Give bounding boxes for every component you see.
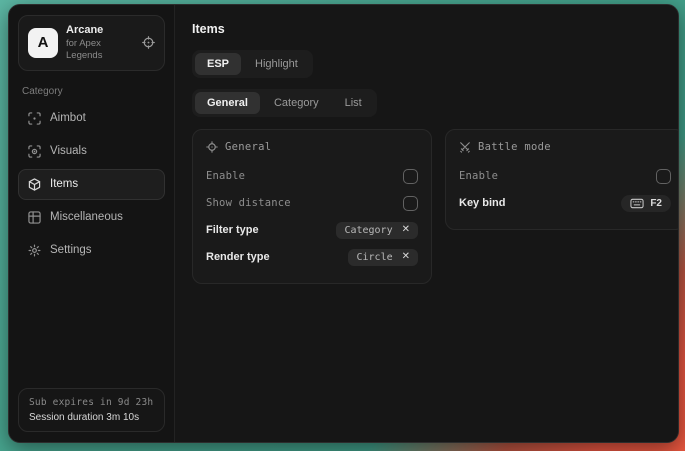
swords-icon [459,141,471,153]
sidebar: A Arcane for Apex Legends Category Aimbo… [9,5,175,442]
panel-general: General Enable Show distance Filter type Cat… [192,129,432,284]
app-name: Arcane [66,24,134,38]
select-value: Circle [356,252,392,263]
select-render-type[interactable]: Circle ✕ [348,249,418,266]
setting-row-key-bind: Key bind F2 [459,190,671,216]
close-icon[interactable]: ✕ [402,225,410,235]
panel-title: General [225,141,271,153]
app-title-block: Arcane for Apex Legends [66,24,134,62]
setting-label: Enable [206,170,245,182]
setting-row-show-distance: Show distance [206,190,418,216]
crosshair-icon [206,141,218,153]
scan-eye-icon [28,145,41,158]
panel-header: Battle mode [459,141,671,153]
setting-label: Show distance [206,197,291,209]
setting-label: Enable [459,170,498,182]
select-value: Category [344,225,392,236]
sidebar-nav: Aimbot Visuals Items Miscellaneous Settings [18,103,165,266]
subtab-general[interactable]: General [195,92,260,114]
setting-row-enable: Enable [459,163,671,189]
gear-icon [28,244,41,257]
keybind-value: F2 [650,198,662,209]
subscription-card: Sub expires in 9d 23h Session duration 3… [18,388,165,432]
tab-highlight[interactable]: Highlight [243,53,310,75]
panel-title: Battle mode [478,141,551,153]
app-logo: A [28,28,58,58]
setting-label: Key bind [459,197,505,209]
setting-label: Render type [206,251,270,263]
grid-icon [28,211,41,224]
sidebar-item-miscellaneous[interactable]: Miscellaneous [18,202,165,233]
select-filter-type[interactable]: Category ✕ [336,222,418,239]
sidebar-item-items[interactable]: Items [18,169,165,200]
package-icon [28,178,41,191]
sidebar-item-settings[interactable]: Settings [18,235,165,266]
crosshair-scan-icon [28,112,41,125]
arcane-app-window: A Arcane for Apex Legends Category Aimbo… [8,4,679,443]
mode-tabs-row: ESPHighlight [192,50,679,78]
subtab-category[interactable]: Category [262,92,331,114]
sidebar-item-label: Items [50,178,78,190]
page-title: Items [192,22,679,36]
view-tabs-row: GeneralCategoryList [192,89,679,117]
keyboard-icon [630,198,644,209]
sidebar-item-label: Aimbot [50,112,86,124]
sub-expires-text: Sub expires in 9d 23h [29,397,154,408]
main-content: Items ESPHighlight GeneralCategoryList G… [175,5,679,442]
checkbox-enable[interactable] [403,169,418,184]
sidebar-spacer [18,266,165,389]
panel-battle-mode: Battle mode Enable Key bind F2 [445,129,679,230]
tab-esp[interactable]: ESP [195,53,241,75]
category-label: Category [22,86,161,97]
checkbox-enable[interactable] [656,169,671,184]
subtab-list[interactable]: List [333,92,374,114]
app-subtitle: for Apex Legends [66,38,134,62]
view-tabs: GeneralCategoryList [192,89,377,117]
checkbox-show-distance[interactable] [403,196,418,211]
sidebar-item-aimbot[interactable]: Aimbot [18,103,165,134]
mode-tabs: ESPHighlight [192,50,313,78]
sidebar-item-label: Miscellaneous [50,211,123,223]
session-duration-text: Session duration 3m 10s [29,412,154,423]
setting-row-filter-type: Filter type Category ✕ [206,217,418,243]
setting-row-render-type: Render type Circle ✕ [206,244,418,270]
close-icon[interactable]: ✕ [402,252,410,262]
setting-label: Filter type [206,224,259,236]
panel-header: General [206,141,418,153]
target-icon[interactable] [142,36,155,49]
sidebar-item-label: Visuals [50,145,87,157]
setting-row-enable: Enable [206,163,418,189]
app-header-card: A Arcane for Apex Legends [18,15,165,71]
sidebar-item-label: Settings [50,244,92,256]
settings-panels: General Enable Show distance Filter type Cat… [192,129,679,284]
sidebar-item-visuals[interactable]: Visuals [18,136,165,167]
keybind-button[interactable]: F2 [621,195,671,212]
